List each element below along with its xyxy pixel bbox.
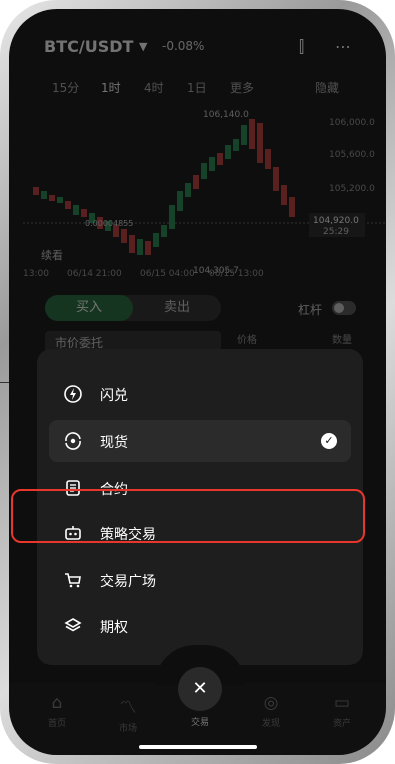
buy-sell-toggle: 买入 卖出 bbox=[45, 295, 221, 321]
candle bbox=[41, 191, 47, 199]
high-label: 106,140.0 bbox=[203, 110, 249, 120]
candle bbox=[249, 119, 255, 149]
close-button[interactable]: ✕ bbox=[178, 667, 222, 711]
menu-item-label: 交易广场 bbox=[100, 574, 156, 590]
candle bbox=[121, 229, 127, 243]
tab-hide[interactable]: 隐藏 bbox=[315, 79, 339, 96]
candle bbox=[33, 187, 39, 195]
candle bbox=[153, 233, 159, 247]
buy-tab[interactable]: 买入 bbox=[45, 295, 133, 321]
cart-icon bbox=[65, 573, 81, 588]
price-tick: 105,600.0 bbox=[329, 150, 375, 160]
time-tick: 06/15 04:00 bbox=[140, 269, 195, 279]
menu-item-spot[interactable]: 现货 ✓ bbox=[49, 420, 351, 462]
home-indicator bbox=[139, 745, 257, 749]
nav-assets[interactable]: ▭ 资产 bbox=[322, 693, 362, 729]
spot-icon bbox=[65, 432, 81, 450]
candle bbox=[57, 197, 63, 203]
candle bbox=[233, 139, 239, 151]
avg-label: 0.00004855 bbox=[85, 219, 133, 228]
candle bbox=[289, 197, 295, 217]
price-tick: 105,200.0 bbox=[329, 184, 375, 194]
price-change: -0.08% bbox=[162, 39, 205, 53]
candle bbox=[129, 235, 135, 253]
nav-label: 市场 bbox=[118, 724, 137, 734]
candle bbox=[177, 191, 183, 211]
candle bbox=[65, 201, 71, 209]
candle bbox=[193, 175, 199, 189]
time-tick: 06/14 21:00 bbox=[67, 269, 122, 279]
candle bbox=[265, 149, 271, 169]
leverage-label: 杠杆 bbox=[298, 303, 323, 317]
layers-icon bbox=[64, 618, 82, 632]
menu-item-options[interactable]: 期权 bbox=[49, 605, 351, 647]
tab-4h[interactable]: 4时 bbox=[144, 79, 164, 96]
current-price: 104,920.0 bbox=[313, 216, 359, 226]
wallet-icon: ▭ bbox=[333, 693, 351, 713]
candle bbox=[137, 239, 143, 255]
candle bbox=[241, 125, 247, 145]
nav-label: 首页 bbox=[47, 719, 66, 729]
divider bbox=[0, 382, 9, 383]
candle bbox=[217, 153, 223, 165]
candle bbox=[273, 167, 279, 191]
flash-swap-icon bbox=[64, 385, 82, 403]
candlestick-icon[interactable]: ⫿ bbox=[299, 37, 304, 57]
highlight-box bbox=[11, 489, 365, 543]
nav-trade-label: 交易 bbox=[190, 718, 209, 728]
leverage-toggle[interactable] bbox=[332, 301, 356, 315]
nav-market[interactable]: 〽市场 bbox=[108, 693, 148, 734]
candle bbox=[225, 145, 231, 159]
candle bbox=[209, 157, 215, 171]
crosshair-label: 续看 bbox=[41, 248, 63, 262]
price-tick: 106,000.0 bbox=[329, 118, 375, 128]
candlestick-chart[interactable]: 106,140.0 106,000.0 105,600.0 105,200.0 … bbox=[23, 105, 386, 285]
candle bbox=[81, 209, 87, 217]
screen: BTC/USDT ▼ -0.08% ⫿ ⋯ 15分 1时 4时 1日 更多 隐藏… bbox=[9, 9, 386, 755]
candles bbox=[33, 119, 295, 255]
tab-1h[interactable]: 1时 bbox=[101, 79, 121, 96]
close-icon: ✕ bbox=[192, 678, 208, 699]
time-tick: 13:00 bbox=[23, 269, 49, 279]
candle bbox=[201, 163, 207, 179]
compass-icon: ◎ bbox=[263, 693, 279, 713]
nav-label: 资产 bbox=[332, 719, 351, 729]
candle bbox=[169, 205, 175, 229]
sell-tab[interactable]: 卖出 bbox=[133, 295, 221, 321]
price-column-label: 价格 bbox=[237, 335, 257, 346]
nav-home[interactable]: ⌂ 首页 bbox=[37, 693, 77, 729]
candle bbox=[257, 123, 263, 163]
tab-1d[interactable]: 1日 bbox=[187, 79, 207, 96]
menu-item-flash-swap[interactable]: 闪兑 bbox=[49, 373, 351, 415]
timeframe-tabs: 15分 1时 4时 1日 更多 隐藏 bbox=[9, 79, 386, 101]
tab-more[interactable]: 更多 bbox=[230, 79, 254, 96]
more-icon[interactable]: ⋯ bbox=[335, 37, 351, 56]
chevron-down-icon[interactable]: ▼ bbox=[139, 40, 147, 53]
chart-icon: 〽 bbox=[119, 698, 137, 718]
candle bbox=[73, 205, 79, 215]
candle bbox=[49, 195, 55, 201]
nav-discover[interactable]: ◎ 发现 bbox=[251, 693, 291, 729]
candle bbox=[281, 185, 287, 205]
candle bbox=[185, 183, 191, 197]
candle bbox=[161, 225, 167, 237]
menu-item-label: 闪兑 bbox=[100, 388, 128, 404]
menu-item-label: 现货 bbox=[100, 435, 128, 451]
tab-15m[interactable]: 15分 bbox=[52, 79, 79, 96]
phone-frame: BTC/USDT ▼ -0.08% ⫿ ⋯ 15分 1时 4时 1日 更多 隐藏… bbox=[0, 0, 395, 764]
amount-column-label: 数量 bbox=[332, 335, 352, 346]
header: BTC/USDT ▼ -0.08% ⫿ ⋯ bbox=[9, 9, 386, 79]
checkmark-icon: ✓ bbox=[321, 433, 337, 449]
pair-title[interactable]: BTC/USDT bbox=[44, 37, 133, 56]
candle bbox=[145, 241, 151, 255]
countdown: 25:29 bbox=[323, 227, 349, 237]
menu-item-trade-square[interactable]: 交易广场 bbox=[49, 559, 351, 601]
nav-label: 发现 bbox=[261, 719, 280, 729]
menu-item-label: 期权 bbox=[100, 620, 128, 636]
time-tick: 06/15 13:00 bbox=[209, 269, 264, 279]
home-icon: ⌂ bbox=[51, 693, 63, 713]
